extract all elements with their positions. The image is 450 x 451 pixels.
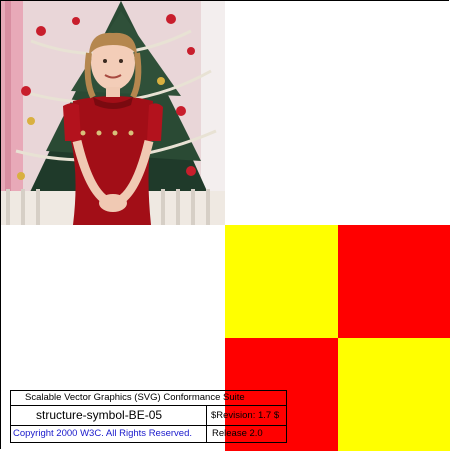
photo-girl-christmas-tree (1, 1, 225, 225)
revision-label: $Revision: 1.7 $ (206, 405, 287, 426)
suite-title: Scalable Vector Graphics (SVG) Conforman… (10, 390, 287, 406)
test-legend: Scalable Vector Graphics (SVG) Conforman… (10, 390, 287, 443)
release-label: Release 2.0 (206, 425, 287, 443)
photo-illustration (1, 1, 225, 225)
copyright-notice: Copyright 2000 W3C. All Rights Reserved. (10, 425, 207, 443)
pattern-cell-bottom-right (338, 338, 450, 451)
pattern-cell-top-right (338, 225, 450, 338)
pattern-cell-top-left (225, 225, 338, 338)
test-name: structure-symbol-BE-05 (10, 405, 207, 426)
